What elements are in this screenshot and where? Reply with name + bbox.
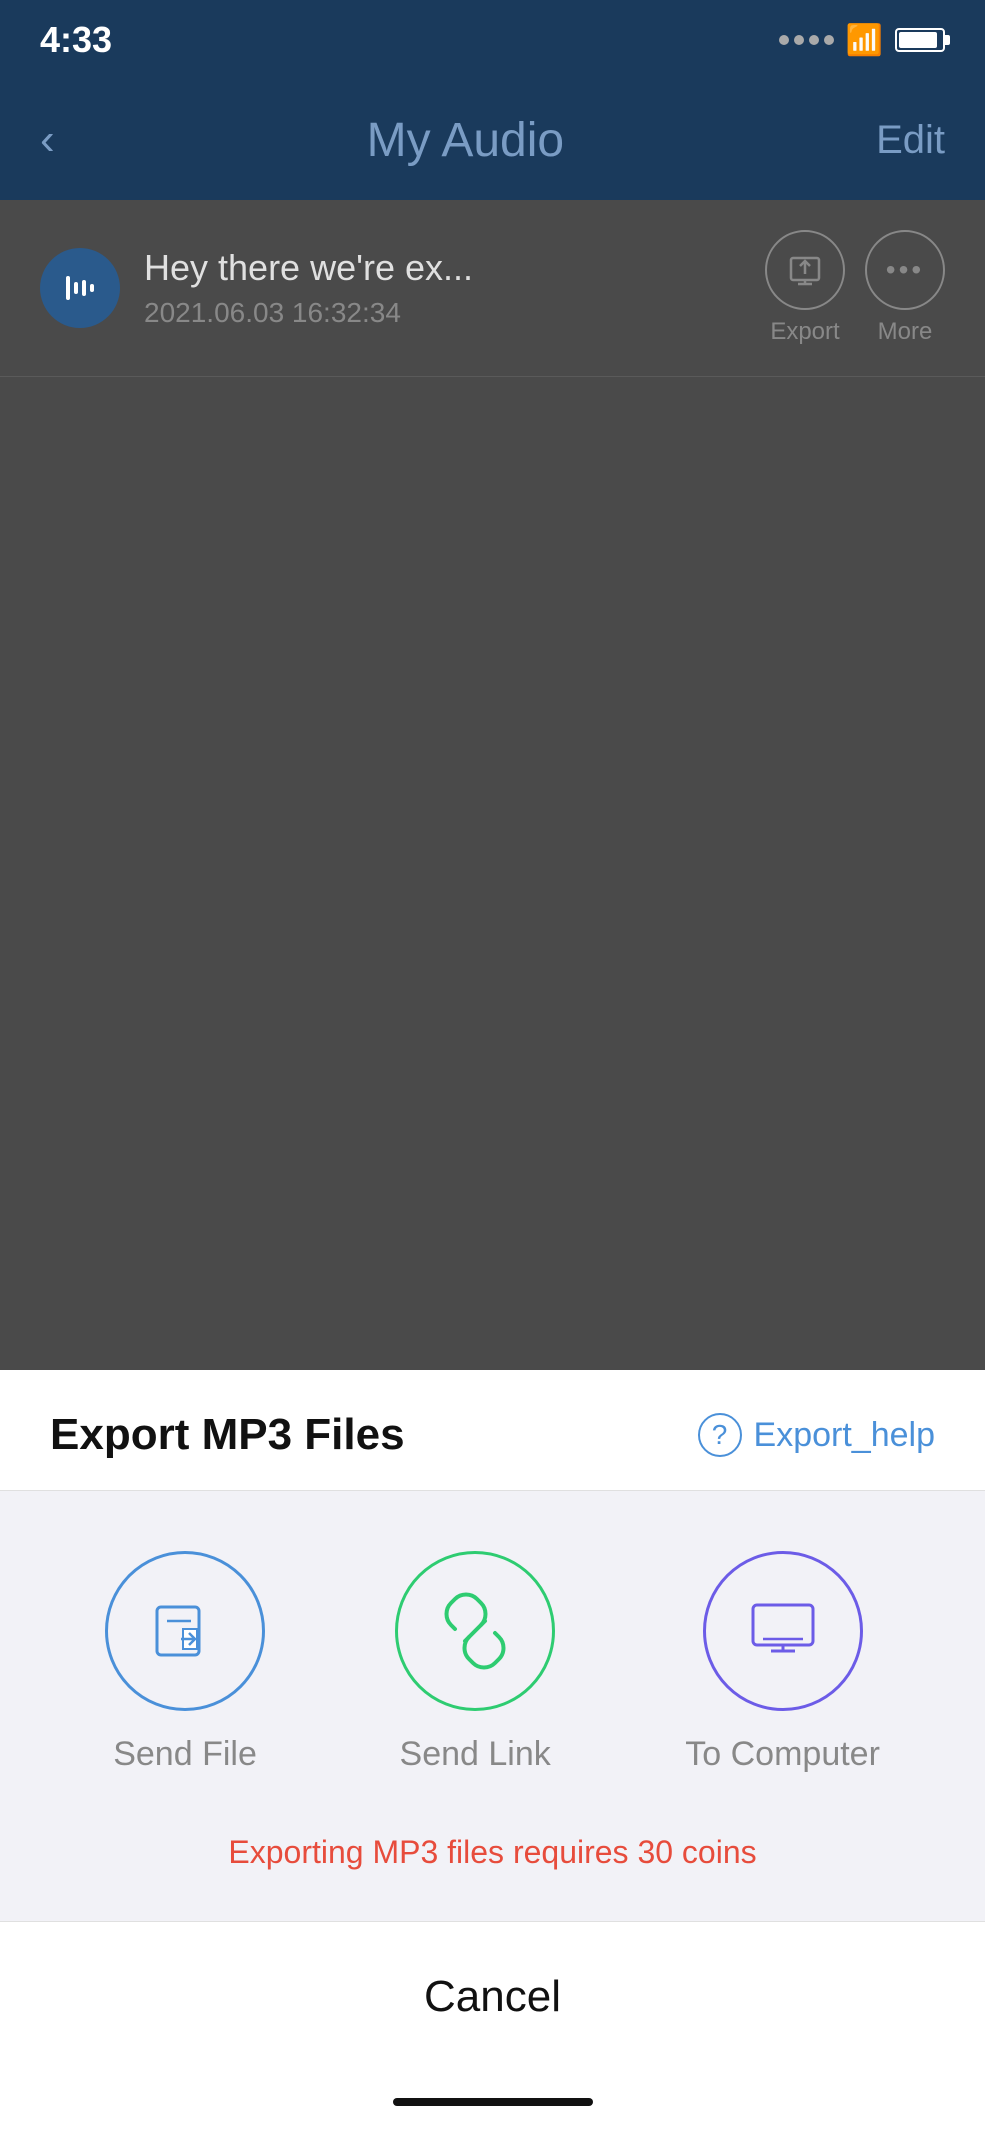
to-computer-label: To Computer xyxy=(685,1735,880,1774)
status-icons: 📶 xyxy=(779,23,945,58)
to-computer-option[interactable]: To Computer xyxy=(685,1551,880,1774)
page-title: My Audio xyxy=(367,113,564,168)
battery-icon xyxy=(895,28,945,52)
send-file-icon-circle xyxy=(105,1551,265,1711)
more-label: More xyxy=(878,318,933,346)
status-time: 4:33 xyxy=(40,19,112,60)
home-bar xyxy=(393,2098,593,2106)
audio-info: Hey there we're ex... 2021.06.03 16:32:3… xyxy=(144,247,741,329)
home-indicator xyxy=(0,2072,985,2132)
send-link-icon-circle xyxy=(395,1551,555,1711)
export-bottom-sheet: Export MP3 Files ? Export_help Send File xyxy=(0,1370,985,2132)
status-bar: 4:33 📶 xyxy=(0,0,985,80)
export-header: Export MP3 Files ? Export_help xyxy=(0,1370,985,1491)
send-file-option[interactable]: Send File xyxy=(105,1551,265,1774)
export-icon xyxy=(765,230,845,310)
send-link-label: Send Link xyxy=(400,1735,551,1774)
back-button[interactable]: ‹ xyxy=(40,115,55,165)
more-icon: ••• xyxy=(865,230,945,310)
send-file-label: Send File xyxy=(113,1735,257,1774)
cancel-section: Cancel xyxy=(0,1921,985,2072)
export-button[interactable]: Export xyxy=(765,230,845,346)
audio-thumbnail xyxy=(40,248,120,328)
export-help-label: Export_help xyxy=(754,1416,935,1455)
signal-icon xyxy=(779,35,834,45)
audio-list-item: Hey there we're ex... 2021.06.03 16:32:3… xyxy=(0,200,985,377)
audio-title: Hey there we're ex... xyxy=(144,247,741,289)
more-button[interactable]: ••• More xyxy=(865,230,945,346)
export-options: Send File Send Link xyxy=(0,1491,985,1814)
to-computer-icon-circle xyxy=(703,1551,863,1711)
wifi-icon: 📶 xyxy=(846,23,883,58)
audio-list: Hey there we're ex... 2021.06.03 16:32:3… xyxy=(0,200,985,1370)
edit-button[interactable]: Edit xyxy=(876,118,945,163)
send-link-option[interactable]: Send Link xyxy=(395,1551,555,1774)
export-help-button[interactable]: ? Export_help xyxy=(698,1413,935,1457)
export-sheet-title: Export MP3 Files xyxy=(50,1410,405,1460)
export-label: Export xyxy=(770,318,839,346)
audio-date: 2021.06.03 16:32:34 xyxy=(144,297,741,329)
audio-actions: Export ••• More xyxy=(765,230,945,346)
help-circle-icon: ? xyxy=(698,1413,742,1457)
coins-notice: Exporting MP3 files requires 30 coins xyxy=(0,1814,985,1921)
cancel-button[interactable]: Cancel xyxy=(40,1972,945,2022)
nav-header: ‹ My Audio Edit xyxy=(0,80,985,200)
